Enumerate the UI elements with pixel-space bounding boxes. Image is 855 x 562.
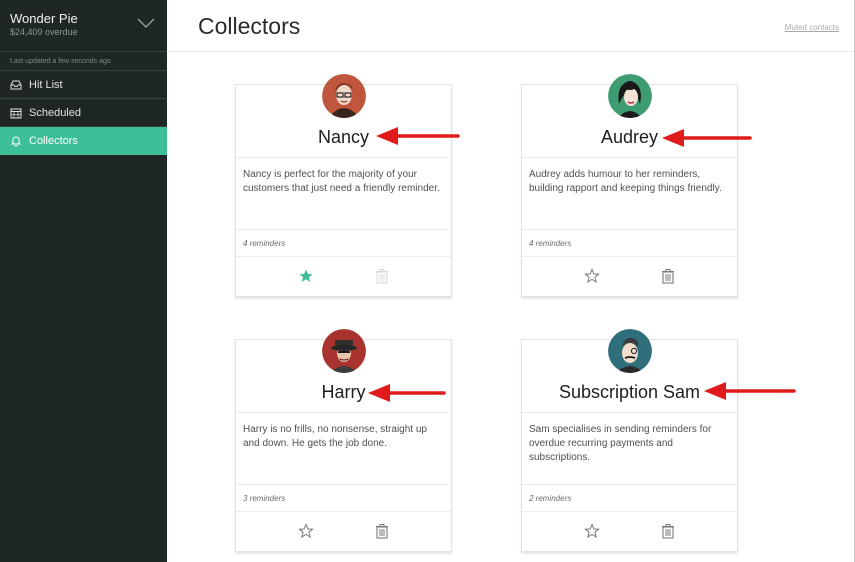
reminder-count: 4 reminders <box>522 230 737 257</box>
avatar <box>607 74 652 118</box>
sidebar-item-scheduled[interactable]: Scheduled <box>0 99 167 127</box>
account-switcher[interactable]: Wonder Pie $24,409 overdue <box>0 0 167 52</box>
reminder-count: 3 reminders <box>236 485 451 512</box>
main-content: Collectors Muted contacts Nancy Nancy is… <box>167 0 855 562</box>
sidebar: Wonder Pie $24,409 overdue Last updated … <box>0 0 167 562</box>
card-actions <box>236 257 451 298</box>
collector-card-subscription-sam: Subscription Sam Sam specialises in send… <box>521 329 738 553</box>
arrow-annotation-nancy <box>376 127 460 145</box>
reminder-count: 2 reminders <box>522 485 737 512</box>
card-actions <box>236 512 451 553</box>
trash-icon[interactable] <box>660 523 676 539</box>
page-header: Collectors Muted contacts <box>167 0 855 52</box>
last-updated-text: Last updated a few seconds ago <box>0 52 167 71</box>
collector-card-audrey: Audrey Audrey adds humour to her reminde… <box>521 74 738 298</box>
sidebar-item-label: Collectors <box>29 134 78 147</box>
card-actions <box>522 512 737 553</box>
collector-description: Audrey adds humour to her reminders, bui… <box>522 158 737 230</box>
arrow-annotation-audrey <box>662 129 752 147</box>
sidebar-item-label: Scheduled <box>29 106 81 119</box>
page-title: Collectors <box>198 13 301 39</box>
trash-icon[interactable] <box>374 268 390 284</box>
collector-card-harry: Harry Harry is no frills, no nonsense, s… <box>235 329 452 553</box>
sidebar-item-label: Hit List <box>29 78 63 91</box>
card-actions <box>522 257 737 298</box>
avatar <box>607 329 652 373</box>
star-icon[interactable] <box>298 523 314 539</box>
trash-icon[interactable] <box>374 523 390 539</box>
arrow-annotation-harry <box>368 384 446 402</box>
reminder-count: 4 reminders <box>236 230 451 257</box>
inbox-icon <box>10 80 22 89</box>
chevron-down-icon[interactable] <box>137 17 155 29</box>
sidebar-item-hit-list[interactable]: Hit List <box>0 71 167 99</box>
card-header: Subscription Sam <box>522 329 737 413</box>
app-window: Wonder Pie $24,409 overdue Last updated … <box>0 0 855 562</box>
star-filled-icon[interactable] <box>298 268 314 284</box>
arrow-annotation-subscription-sam <box>704 382 796 400</box>
avatar <box>321 74 366 118</box>
card-header: Nancy <box>236 74 451 158</box>
collector-description: Sam specialises in sending reminders for… <box>522 413 737 485</box>
trash-icon[interactable] <box>660 268 676 284</box>
collector-card-nancy: Nancy Nancy is perfect for the majority … <box>235 74 452 298</box>
collector-description: Nancy is perfect for the majority of you… <box>236 158 451 230</box>
avatar <box>321 329 366 373</box>
collector-description: Harry is no frills, no nonsense, straigh… <box>236 413 451 485</box>
muted-contacts-link[interactable]: Muted contacts <box>785 23 839 32</box>
sidebar-item-collectors[interactable]: Collectors <box>0 127 167 155</box>
bell-icon <box>10 136 22 146</box>
calendar-icon <box>10 108 22 118</box>
star-icon[interactable] <box>584 523 600 539</box>
star-icon[interactable] <box>584 268 600 284</box>
